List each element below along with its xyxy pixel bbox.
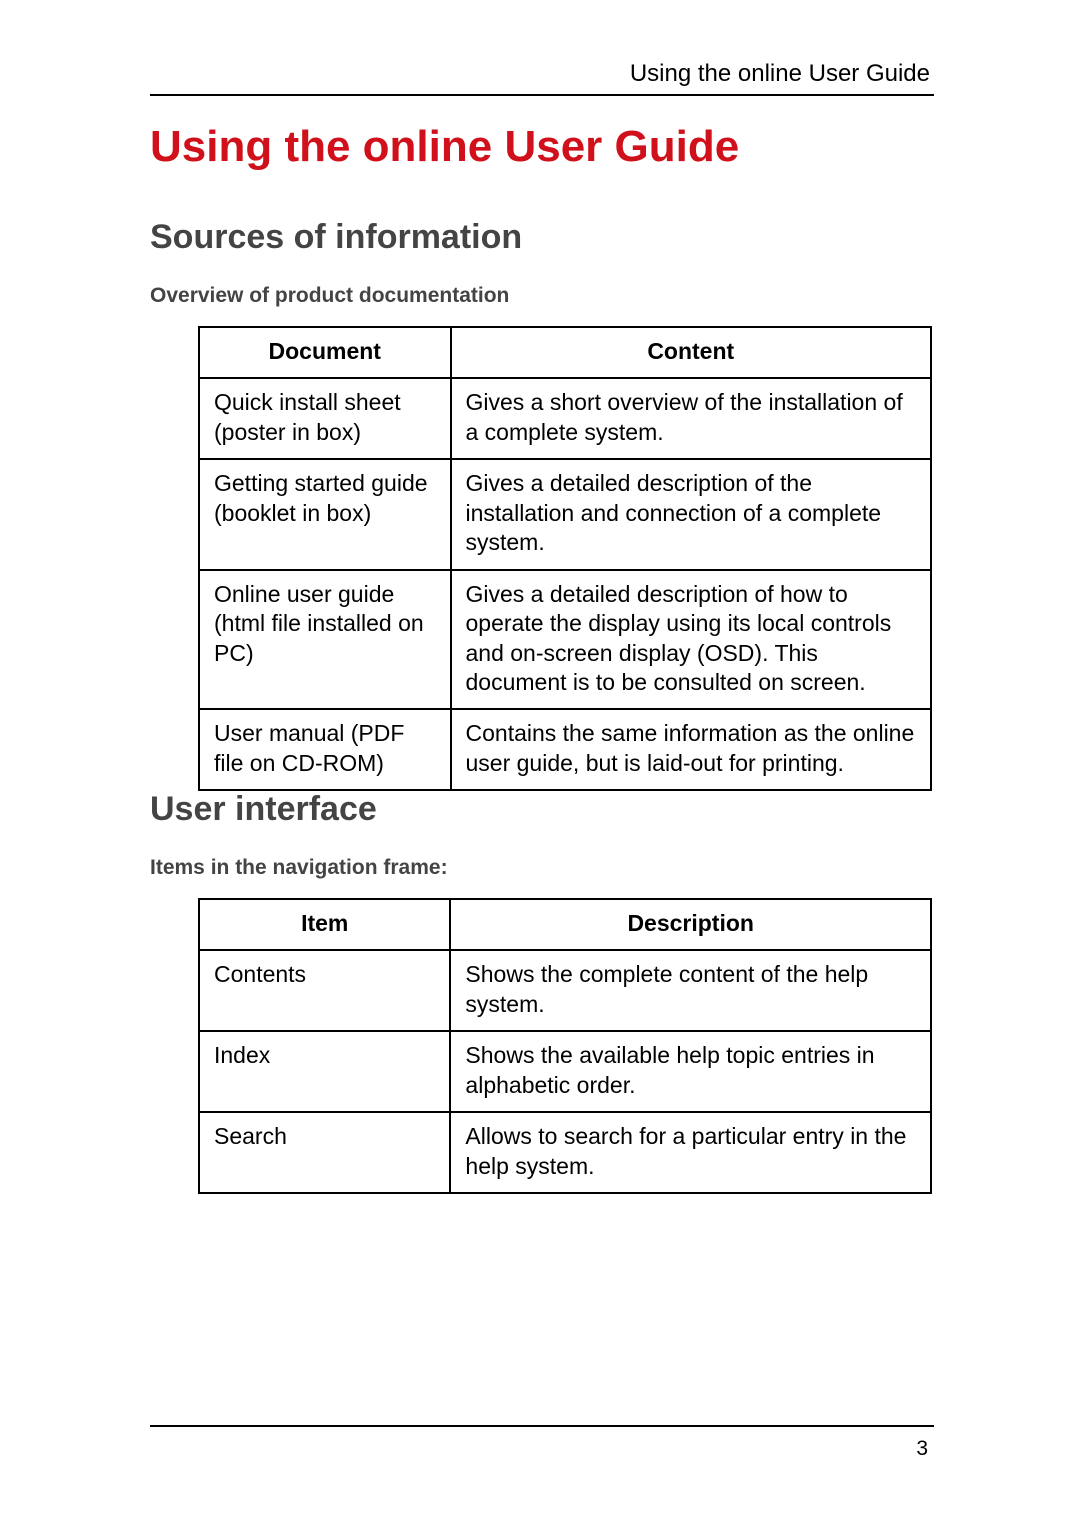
cell-content: Gives a short overview of the installati… — [451, 378, 932, 459]
running-head: Using the online User Guide — [630, 60, 930, 88]
cell-content: Gives a detailed description of the inst… — [451, 459, 932, 569]
table-row: Getting started guide (booklet in box) G… — [199, 459, 931, 569]
table-row: User manual (PDF file on CD-ROM) Contain… — [199, 709, 931, 790]
subsection-title-nav-items: Items in the navigation frame: — [150, 856, 448, 880]
table-row: Contents Shows the complete content of t… — [199, 950, 931, 1031]
cell-document: Quick install sheet (poster in box) — [199, 378, 451, 459]
cell-description: Shows the complete content of the help s… — [450, 950, 931, 1031]
header-rule — [150, 94, 934, 96]
section-title-ui: User interface — [150, 790, 377, 829]
cell-content: Contains the same information as the onl… — [451, 709, 932, 790]
documentation-table: Document Content Quick install sheet (po… — [198, 326, 932, 791]
cell-content: Gives a detailed description of how to o… — [451, 570, 932, 710]
cell-document: Online user guide (html file installed o… — [199, 570, 451, 710]
table-row: Search Allows to search for a particular… — [199, 1112, 931, 1193]
cell-document: User manual (PDF file on CD-ROM) — [199, 709, 451, 790]
table-row: Quick install sheet (poster in box) Give… — [199, 378, 931, 459]
section-title-sources: Sources of information — [150, 218, 522, 257]
nav-items-table: Item Description Contents Shows the comp… — [198, 898, 932, 1194]
cell-item: Index — [199, 1031, 450, 1112]
col-description: Description — [450, 899, 931, 950]
footer-rule — [150, 1425, 934, 1427]
subsection-title-overview: Overview of product documentation — [150, 284, 509, 308]
cell-document: Getting started guide (booklet in box) — [199, 459, 451, 569]
table-header-row: Document Content — [199, 327, 931, 378]
table-header-row: Item Description — [199, 899, 931, 950]
page-number: 3 — [916, 1437, 928, 1461]
page-title: Using the online User Guide — [150, 122, 739, 172]
col-content: Content — [451, 327, 932, 378]
cell-item: Contents — [199, 950, 450, 1031]
cell-item: Search — [199, 1112, 450, 1193]
page: Using the online User Guide Using the on… — [0, 0, 1080, 1529]
cell-description: Allows to search for a particular entry … — [450, 1112, 931, 1193]
col-item: Item — [199, 899, 450, 950]
table-row: Index Shows the available help topic ent… — [199, 1031, 931, 1112]
cell-description: Shows the available help topic entries i… — [450, 1031, 931, 1112]
table-row: Online user guide (html file installed o… — [199, 570, 931, 710]
col-document: Document — [199, 327, 451, 378]
